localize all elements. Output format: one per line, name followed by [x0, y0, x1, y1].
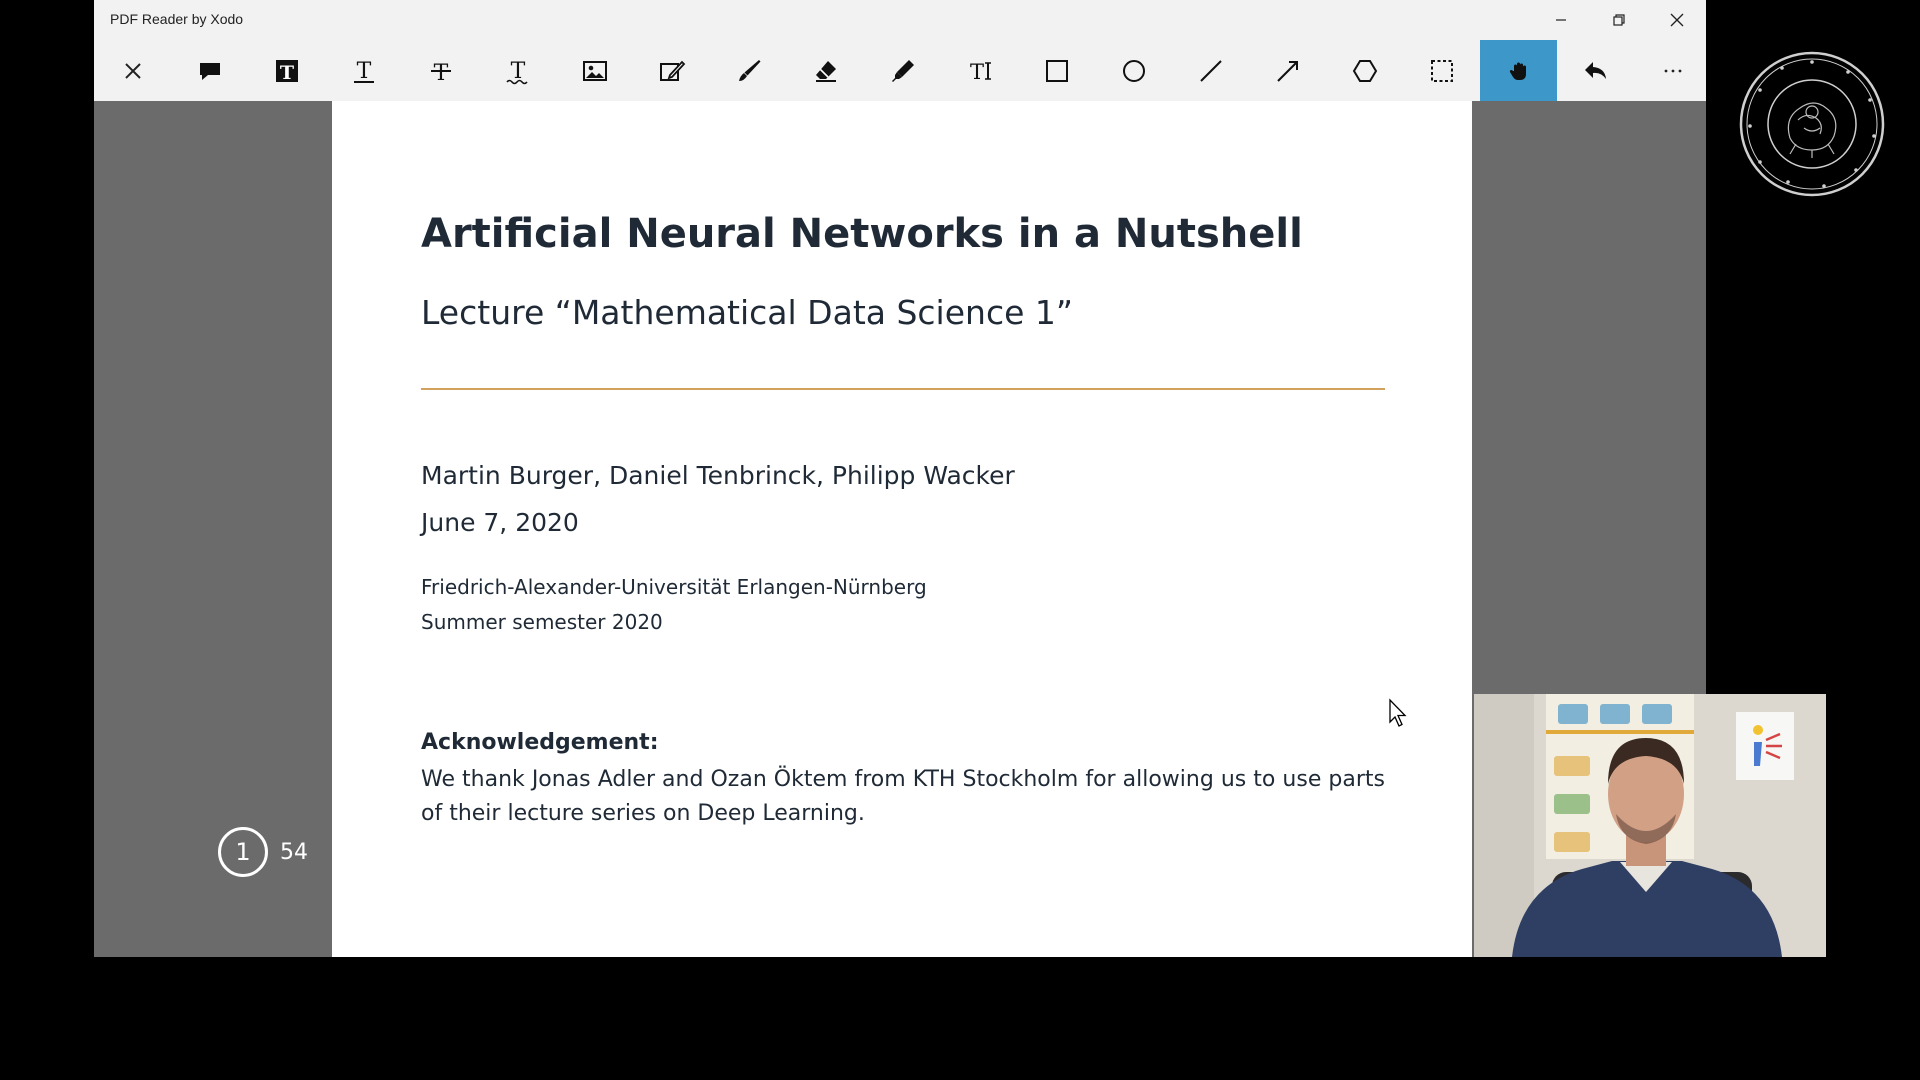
svg-text:T: T	[356, 59, 371, 84]
highlight-text-tool[interactable]: T	[248, 40, 325, 101]
highlighter-tool[interactable]	[864, 40, 941, 101]
title-divider	[421, 388, 1385, 390]
page-indicator: 1 54	[218, 827, 308, 877]
document-authors: Martin Burger, Daniel Tenbrinck, Philipp…	[421, 461, 1015, 490]
more-options-button[interactable]	[1634, 40, 1711, 101]
title-bar: PDF Reader by Xodo	[94, 0, 1706, 40]
close-icon	[1670, 13, 1684, 27]
pdf-page[interactable]: Artificial Neural Networks in a Nutshell…	[332, 101, 1472, 957]
svg-text:T: T	[433, 61, 448, 85]
app-title: PDF Reader by Xodo	[110, 11, 244, 27]
restore-button[interactable]	[1590, 0, 1648, 40]
svg-text:T: T	[969, 60, 983, 84]
line-tool[interactable]	[1172, 40, 1249, 101]
signature-icon	[659, 60, 685, 81]
close-icon	[124, 62, 141, 79]
presenter-webcam	[1474, 694, 1826, 957]
acknowledgement-text: We thank Jonas Adler and Ozan Öktem from…	[421, 767, 1385, 826]
comment-icon	[199, 62, 220, 80]
text-underline-icon: T	[353, 59, 374, 84]
document-university: Friedrich-Alexander-Universität Erlangen…	[421, 575, 927, 599]
image-icon	[582, 60, 607, 81]
free-text-tool[interactable]: T	[941, 40, 1018, 101]
text-strikeout-icon: T	[430, 61, 451, 85]
squiggly-text-tool[interactable]: T	[479, 40, 556, 101]
line-icon	[1199, 59, 1222, 82]
pen-icon	[738, 59, 760, 81]
document-date: June 7, 2020	[421, 508, 579, 537]
minimize-button[interactable]	[1532, 0, 1590, 40]
text-highlight-icon: T	[275, 59, 298, 84]
mouse-cursor-icon	[1389, 698, 1407, 727]
area-select-tool[interactable]	[1403, 40, 1480, 101]
minimize-icon	[1556, 19, 1566, 21]
presenter-video-icon	[1474, 694, 1826, 957]
annotation-toolbar: T T T T T	[94, 40, 1706, 101]
document-semester: Summer semester 2020	[421, 610, 663, 634]
more-icon	[1664, 69, 1681, 72]
undo-icon	[1584, 61, 1606, 79]
ellipse-tool[interactable]	[1095, 40, 1172, 101]
eraser-icon	[815, 60, 836, 82]
undo-button[interactable]	[1557, 40, 1634, 101]
signature-tool[interactable]	[633, 40, 710, 101]
free-text-icon: T	[969, 60, 991, 84]
text-squiggly-icon: T	[505, 59, 528, 84]
polygon-tool[interactable]	[1326, 40, 1403, 101]
document-title: Artificial Neural Networks in a Nutshell	[421, 211, 1303, 257]
close-document-button[interactable]	[94, 40, 171, 101]
current-page-button[interactable]: 1	[218, 827, 268, 877]
total-pages: 54	[280, 839, 308, 865]
selection-icon	[1430, 59, 1453, 82]
hand-icon	[1509, 62, 1526, 80]
rectangle-icon	[1045, 59, 1068, 82]
image-stamp-tool[interactable]	[556, 40, 633, 101]
arrow-icon	[1276, 60, 1298, 82]
arrow-tool[interactable]	[1249, 40, 1326, 101]
svg-text:T: T	[279, 62, 293, 84]
pan-tool[interactable]	[1480, 40, 1557, 101]
close-window-button[interactable]	[1648, 0, 1706, 40]
sticky-note-tool[interactable]	[171, 40, 248, 101]
eraser-tool[interactable]	[787, 40, 864, 101]
restore-icon	[1613, 14, 1625, 26]
ellipse-icon	[1122, 59, 1145, 82]
university-seal-icon	[1739, 51, 1885, 197]
underline-text-tool[interactable]: T	[325, 40, 402, 101]
window-controls	[1532, 0, 1706, 40]
document-subtitle: Lecture “Mathematical Data Science 1”	[421, 293, 1073, 332]
rectangle-tool[interactable]	[1018, 40, 1095, 101]
highlighter-icon	[891, 59, 914, 82]
strikeout-text-tool[interactable]: T	[402, 40, 479, 101]
acknowledgement-heading: Acknowledgement:	[421, 730, 659, 755]
free-hand-pen-tool[interactable]	[710, 40, 787, 101]
app-window: PDF Reader by Xodo T T T T T Artificial …	[94, 0, 1706, 957]
polygon-icon	[1352, 59, 1377, 82]
